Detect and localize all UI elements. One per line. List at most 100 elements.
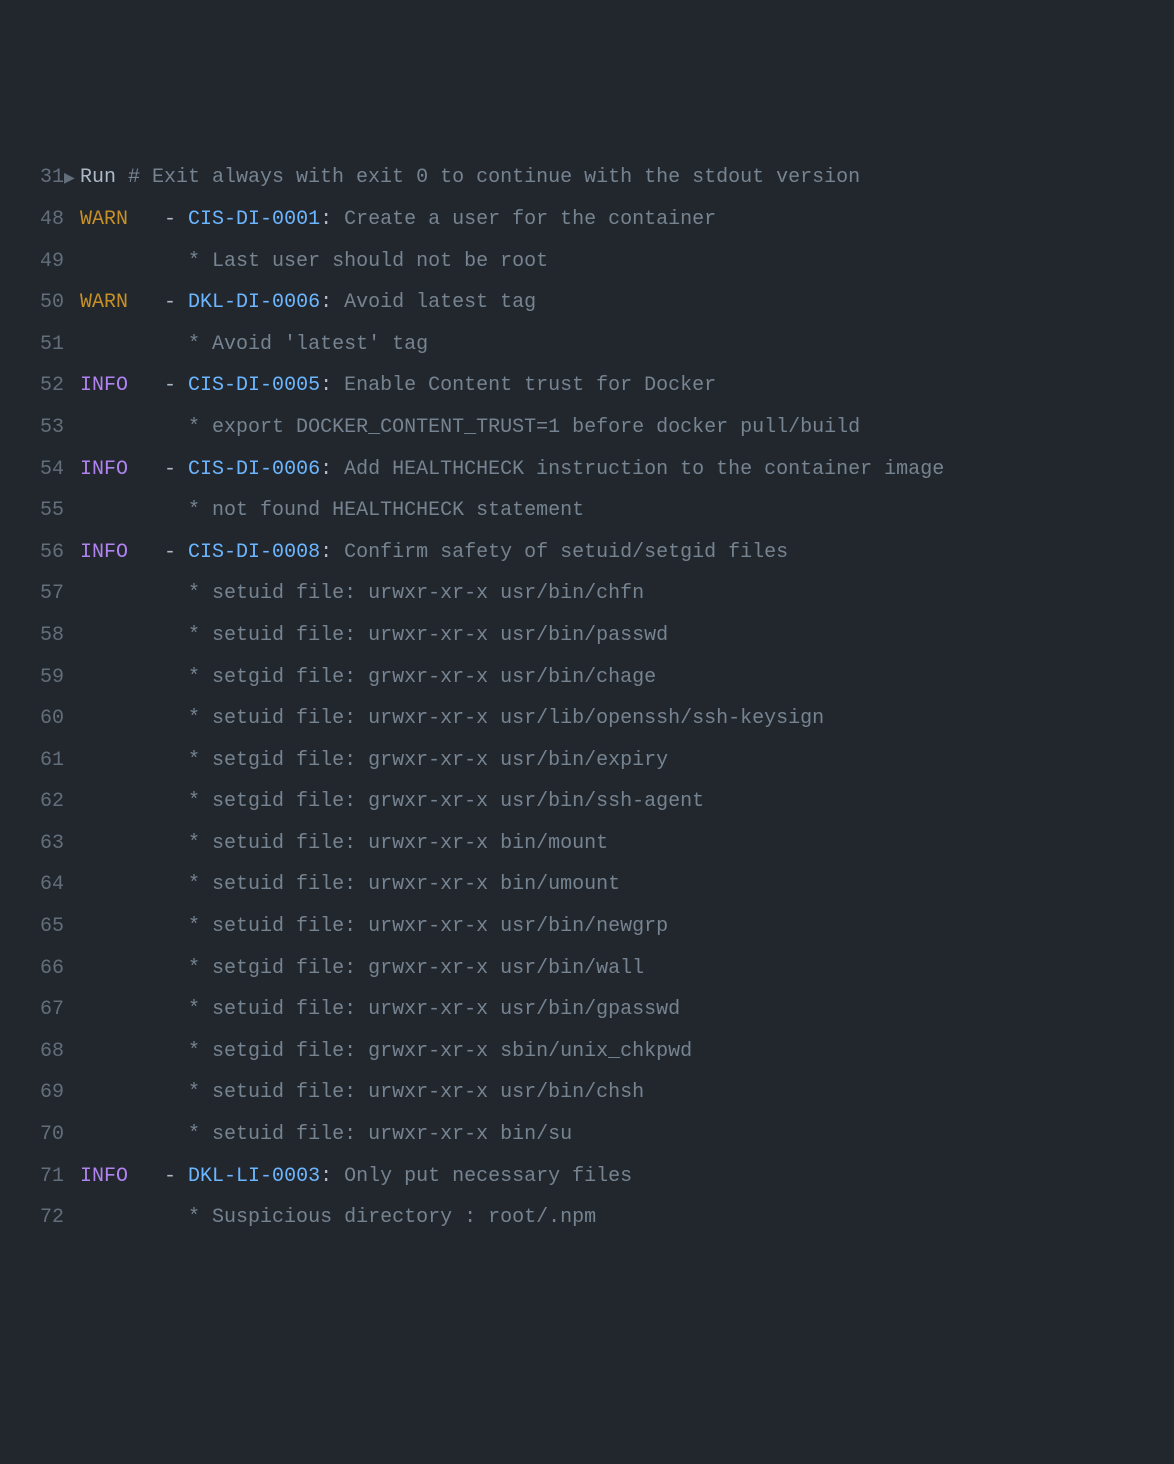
gutter-spacer [64, 1117, 80, 1157]
detail-text: setuid file: urwxr-xr-x bin/mount [212, 832, 608, 855]
fold-arrow-icon[interactable]: ▶ [64, 160, 80, 200]
rule-id: CIS-DI-0001 [188, 208, 320, 231]
gutter-spacer [64, 576, 80, 616]
bullet-icon: * [188, 624, 212, 647]
bullet-icon: * [188, 873, 212, 896]
gutter-spacer [64, 701, 80, 741]
gutter-spacer [64, 202, 80, 242]
gutter-spacer [64, 992, 80, 1032]
spacer [128, 1165, 164, 1188]
log-content: * setgid file: grwxr-xr-x usr/bin/chage [80, 658, 1174, 698]
line-number: 60 [0, 699, 64, 739]
log-line: 31▶Run # Exit always with exit 0 to cont… [0, 158, 1174, 200]
bullet-icon: * [188, 749, 212, 772]
bullet-icon: * [188, 1040, 212, 1063]
detail-text: setuid file: urwxr-xr-x bin/umount [212, 873, 620, 896]
log-output: 31▶Run # Exit always with exit 0 to cont… [0, 158, 1174, 1239]
line-number: 58 [0, 616, 64, 656]
detail-text: setuid file: urwxr-xr-x usr/bin/chfn [212, 582, 644, 605]
log-content: * Suspicious directory : root/.npm [80, 1198, 1174, 1238]
log-line: 69 * setuid file: urwxr-xr-x usr/bin/chs… [0, 1073, 1174, 1115]
bullet-icon: * [188, 1123, 212, 1146]
bullet-icon: * [188, 998, 212, 1021]
rule-id: DKL-LI-0003 [188, 1165, 320, 1188]
log-content: WARN - DKL-DI-0006: Avoid latest tag [80, 283, 1174, 323]
run-keyword: Run [80, 166, 128, 189]
gutter-spacer [64, 493, 80, 533]
log-content: * setuid file: urwxr-xr-x usr/bin/chsh [80, 1073, 1174, 1113]
line-number: 63 [0, 824, 64, 864]
gutter-spacer [64, 743, 80, 783]
colon: : [320, 374, 344, 397]
spacer [80, 790, 188, 813]
dash-icon: - [164, 541, 188, 564]
log-line: 57 * setuid file: urwxr-xr-x usr/bin/chf… [0, 574, 1174, 616]
spacer [80, 499, 188, 522]
log-line: 53 * export DOCKER_CONTENT_TRUST=1 befor… [0, 408, 1174, 450]
spacer [80, 624, 188, 647]
log-content: Run # Exit always with exit 0 to continu… [80, 158, 1174, 198]
colon: : [320, 208, 344, 231]
log-line: 64 * setuid file: urwxr-xr-x bin/umount [0, 865, 1174, 907]
bullet-icon: * [188, 250, 212, 273]
severity-info: INFO [80, 458, 128, 481]
log-content: * Last user should not be root [80, 242, 1174, 282]
detail-text: setgid file: grwxr-xr-x usr/bin/chage [212, 666, 656, 689]
gutter-spacer [64, 1159, 80, 1199]
spacer [128, 458, 164, 481]
line-number: 55 [0, 491, 64, 531]
spacer [80, 333, 188, 356]
finding-message: Create a user for the container [344, 208, 716, 231]
log-line: 48 WARN - CIS-DI-0001: Create a user for… [0, 200, 1174, 242]
spacer [80, 915, 188, 938]
colon: : [320, 291, 344, 314]
spacer [80, 873, 188, 896]
gutter-spacer [64, 327, 80, 367]
bullet-icon: * [188, 832, 212, 855]
severity-info: INFO [80, 374, 128, 397]
detail-text: setgid file: grwxr-xr-x sbin/unix_chkpwd [212, 1040, 692, 1063]
log-line: 54 INFO - CIS-DI-0006: Add HEALTHCHECK i… [0, 450, 1174, 492]
log-line: 59 * setgid file: grwxr-xr-x usr/bin/cha… [0, 658, 1174, 700]
log-line: 66 * setgid file: grwxr-xr-x usr/bin/wal… [0, 949, 1174, 991]
log-content: INFO - CIS-DI-0005: Enable Content trust… [80, 366, 1174, 406]
gutter-spacer [64, 660, 80, 700]
spacer [80, 832, 188, 855]
gutter-spacer [64, 1034, 80, 1074]
spacer [80, 707, 188, 730]
line-number: 70 [0, 1115, 64, 1155]
log-content: * setuid file: urwxr-xr-x usr/bin/passwd [80, 616, 1174, 656]
log-line: 61 * setgid file: grwxr-xr-x usr/bin/exp… [0, 741, 1174, 783]
log-content: INFO - CIS-DI-0008: Confirm safety of se… [80, 533, 1174, 573]
dash-icon: - [164, 208, 188, 231]
detail-text: setgid file: grwxr-xr-x usr/bin/wall [212, 957, 644, 980]
finding-message: Only put necessary files [344, 1165, 632, 1188]
spacer [80, 1206, 188, 1229]
log-line: 50 WARN - DKL-DI-0006: Avoid latest tag [0, 283, 1174, 325]
spacer [80, 749, 188, 772]
gutter-spacer [64, 1200, 80, 1240]
bullet-icon: * [188, 666, 212, 689]
line-number: 48 [0, 200, 64, 240]
line-number: 49 [0, 242, 64, 282]
detail-text: setuid file: urwxr-xr-x usr/bin/chsh [212, 1081, 644, 1104]
gutter-spacer [64, 244, 80, 284]
detail-text: Avoid 'latest' tag [212, 333, 428, 356]
dash-icon: - [164, 458, 188, 481]
log-line: 55 * not found HEALTHCHECK statement [0, 491, 1174, 533]
bullet-icon: * [188, 957, 212, 980]
run-comment: # Exit always with exit 0 to continue wi… [128, 166, 860, 189]
severity-warn: WARN [80, 208, 128, 231]
dash-icon: - [164, 291, 188, 314]
detail-text: setuid file: urwxr-xr-x bin/su [212, 1123, 572, 1146]
bullet-icon: * [188, 915, 212, 938]
line-number: 51 [0, 325, 64, 365]
log-content: * setuid file: urwxr-xr-x bin/su [80, 1115, 1174, 1155]
gutter-spacer [64, 618, 80, 658]
finding-message: Add HEALTHCHECK instruction to the conta… [344, 458, 944, 481]
line-number: 69 [0, 1073, 64, 1113]
detail-text: not found HEALTHCHECK statement [212, 499, 584, 522]
colon: : [320, 1165, 344, 1188]
rule-id: CIS-DI-0005 [188, 374, 320, 397]
severity-info: INFO [80, 1165, 128, 1188]
